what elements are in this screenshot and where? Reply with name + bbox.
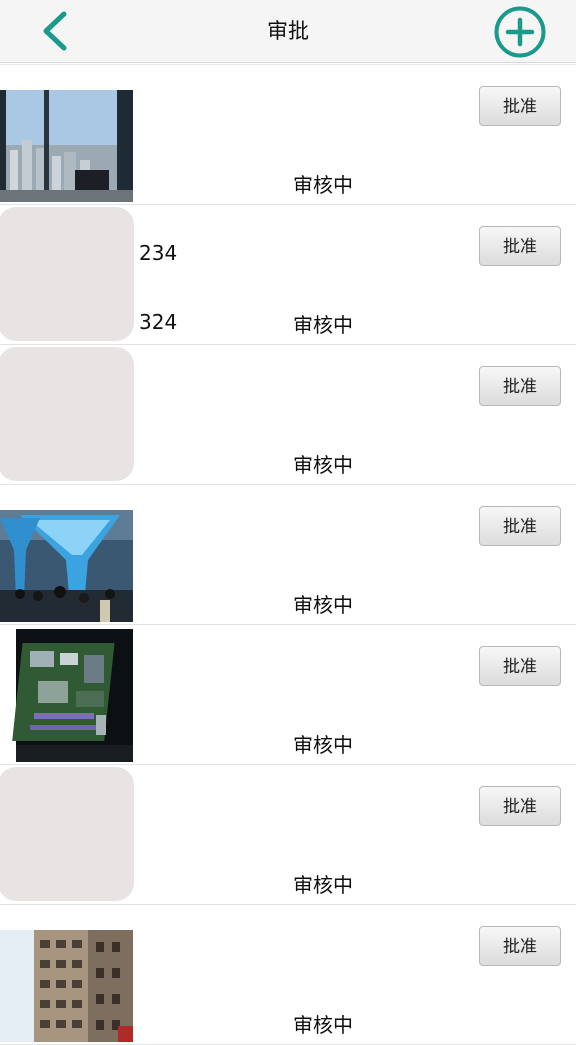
- list-item[interactable]: 审核中 批准: [0, 345, 576, 485]
- approve-button[interactable]: 批准: [479, 786, 561, 826]
- status-text: 审核中: [293, 593, 353, 617]
- status-text: 审核中: [293, 313, 353, 337]
- add-button[interactable]: [494, 6, 546, 58]
- status-text: 审核中: [293, 873, 353, 897]
- navigation-bar: 审批: [0, 0, 576, 63]
- approve-button[interactable]: 批准: [479, 86, 561, 126]
- thumbnail-placeholder: [0, 347, 134, 481]
- thumbnail-circuit-board: [0, 629, 133, 762]
- approval-list: 审核中 批准 234 324 审核中 批准 审核中 批准 审核中 批准 审核中 …: [0, 64, 576, 1045]
- thumbnail-placeholder: [0, 207, 134, 341]
- approve-button[interactable]: 批准: [479, 926, 561, 966]
- list-item[interactable]: 审核中 批准: [0, 765, 576, 905]
- page-title: 审批: [267, 19, 309, 43]
- list-item[interactable]: 审核中 批准: [0, 905, 576, 1045]
- plus-circle-icon: [494, 6, 546, 58]
- status-text: 审核中: [293, 733, 353, 757]
- item-line1: 234: [139, 241, 178, 265]
- approve-button[interactable]: 批准: [479, 646, 561, 686]
- thumbnail-placeholder: [0, 767, 134, 901]
- list-item[interactable]: 审核中 批准: [0, 485, 576, 625]
- item-line2: 324: [139, 310, 178, 334]
- list-item[interactable]: 审核中 批准: [0, 625, 576, 765]
- status-text: 审核中: [293, 453, 353, 477]
- thumbnail-building: [0, 930, 133, 1042]
- thumbnail-exhibition-hall: [0, 510, 133, 622]
- approve-button[interactable]: 批准: [479, 506, 561, 546]
- list-item[interactable]: 审核中 批准: [0, 64, 576, 205]
- approve-button[interactable]: 批准: [479, 366, 561, 406]
- list-item[interactable]: 234 324 审核中 批准: [0, 205, 576, 345]
- approve-button[interactable]: 批准: [479, 226, 561, 266]
- status-text: 审核中: [293, 173, 353, 197]
- thumbnail-office-window: [0, 90, 133, 202]
